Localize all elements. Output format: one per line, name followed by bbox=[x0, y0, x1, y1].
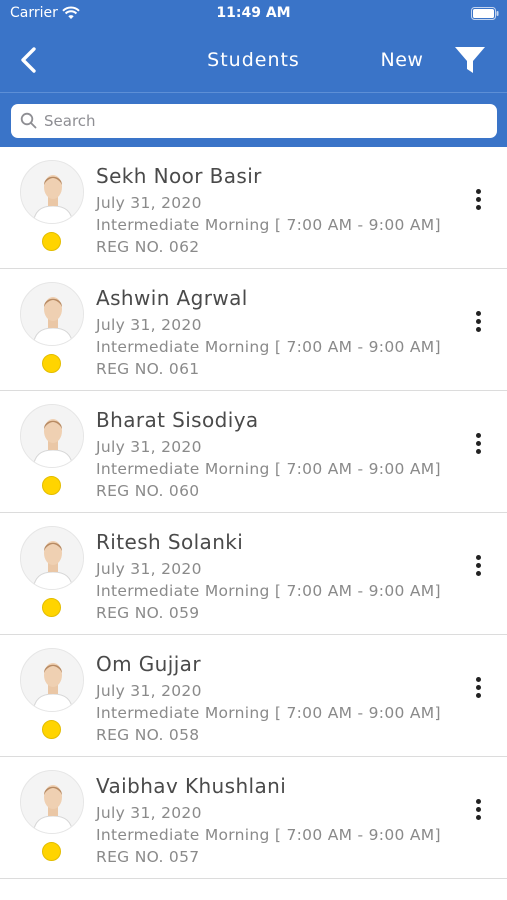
more-options-icon[interactable] bbox=[466, 675, 490, 703]
reg-number: REG NO. 062 bbox=[96, 238, 200, 256]
student-row[interactable]: Om Gujjar July 31, 2020 Intermediate Mor… bbox=[0, 635, 507, 757]
person-icon bbox=[21, 161, 83, 223]
search-icon bbox=[20, 112, 37, 129]
battery-icon bbox=[471, 7, 499, 20]
student-name: Vaibhav Khushlani bbox=[96, 774, 287, 798]
status-dot bbox=[42, 842, 61, 861]
reg-number: REG NO. 059 bbox=[96, 604, 200, 622]
status-dot bbox=[42, 720, 61, 739]
person-icon bbox=[21, 527, 83, 589]
status-dot bbox=[42, 598, 61, 617]
reg-number: REG NO. 058 bbox=[96, 726, 200, 744]
nav-bar: Students New bbox=[0, 28, 507, 92]
student-name: Ritesh Solanki bbox=[96, 530, 244, 554]
batch-name: Intermediate Morning [ 7:00 AM - 9:00 AM… bbox=[96, 216, 441, 234]
batch-name: Intermediate Morning [ 7:00 AM - 9:00 AM… bbox=[96, 460, 441, 478]
more-options-icon[interactable] bbox=[466, 553, 490, 581]
student-row[interactable]: Vaibhav Khushlani July 31, 2020 Intermed… bbox=[0, 757, 507, 879]
search-bar bbox=[0, 92, 507, 147]
batch-name: Intermediate Morning [ 7:00 AM - 9:00 AM… bbox=[96, 704, 441, 722]
student-name: Ashwin Agrwal bbox=[96, 286, 248, 310]
status-dot bbox=[42, 354, 61, 373]
batch-name: Intermediate Morning [ 7:00 AM - 9:00 AM… bbox=[96, 582, 441, 600]
student-row[interactable]: Bharat Sisodiya July 31, 2020 Intermedia… bbox=[0, 391, 507, 513]
search-input[interactable] bbox=[44, 104, 484, 138]
more-options-icon[interactable] bbox=[466, 797, 490, 825]
person-icon bbox=[21, 405, 83, 467]
clock: 11:49 AM bbox=[216, 5, 291, 21]
student-list: Sekh Noor Basir July 31, 2020 Intermedia… bbox=[0, 147, 507, 879]
student-name: Om Gujjar bbox=[96, 652, 201, 676]
student-row[interactable]: Ashwin Agrwal July 31, 2020 Intermediate… bbox=[0, 269, 507, 391]
student-name: Sekh Noor Basir bbox=[96, 164, 262, 188]
reg-number: REG NO. 061 bbox=[96, 360, 200, 378]
status-dot bbox=[42, 232, 61, 251]
more-options-icon[interactable] bbox=[466, 309, 490, 337]
person-icon bbox=[21, 283, 83, 345]
avatar bbox=[20, 648, 84, 712]
filter-icon[interactable] bbox=[452, 42, 488, 78]
student-row[interactable]: Sekh Noor Basir July 31, 2020 Intermedia… bbox=[0, 147, 507, 269]
admission-date: July 31, 2020 bbox=[96, 682, 202, 700]
reg-number: REG NO. 060 bbox=[96, 482, 200, 500]
reg-number: REG NO. 057 bbox=[96, 848, 200, 866]
status-dot bbox=[42, 476, 61, 495]
batch-name: Intermediate Morning [ 7:00 AM - 9:00 AM… bbox=[96, 338, 441, 356]
more-options-icon[interactable] bbox=[466, 431, 490, 459]
person-icon bbox=[21, 649, 83, 711]
more-options-icon[interactable] bbox=[466, 187, 490, 215]
avatar bbox=[20, 526, 84, 590]
admission-date: July 31, 2020 bbox=[96, 804, 202, 822]
avatar bbox=[20, 160, 84, 224]
admission-date: July 31, 2020 bbox=[96, 316, 202, 334]
avatar bbox=[20, 282, 84, 346]
status-bar: Carrier 11:49 AM bbox=[0, 0, 507, 28]
student-name: Bharat Sisodiya bbox=[96, 408, 259, 432]
admission-date: July 31, 2020 bbox=[96, 194, 202, 212]
new-button[interactable]: New bbox=[372, 49, 432, 71]
admission-date: July 31, 2020 bbox=[96, 438, 202, 456]
student-row[interactable]: Ritesh Solanki July 31, 2020 Intermediat… bbox=[0, 513, 507, 635]
avatar bbox=[20, 770, 84, 834]
admission-date: July 31, 2020 bbox=[96, 560, 202, 578]
search-box[interactable] bbox=[11, 104, 497, 138]
avatar bbox=[20, 404, 84, 468]
person-icon bbox=[21, 771, 83, 833]
batch-name: Intermediate Morning [ 7:00 AM - 9:00 AM… bbox=[96, 826, 441, 844]
header: Carrier 11:49 AM Students New bbox=[0, 0, 507, 147]
